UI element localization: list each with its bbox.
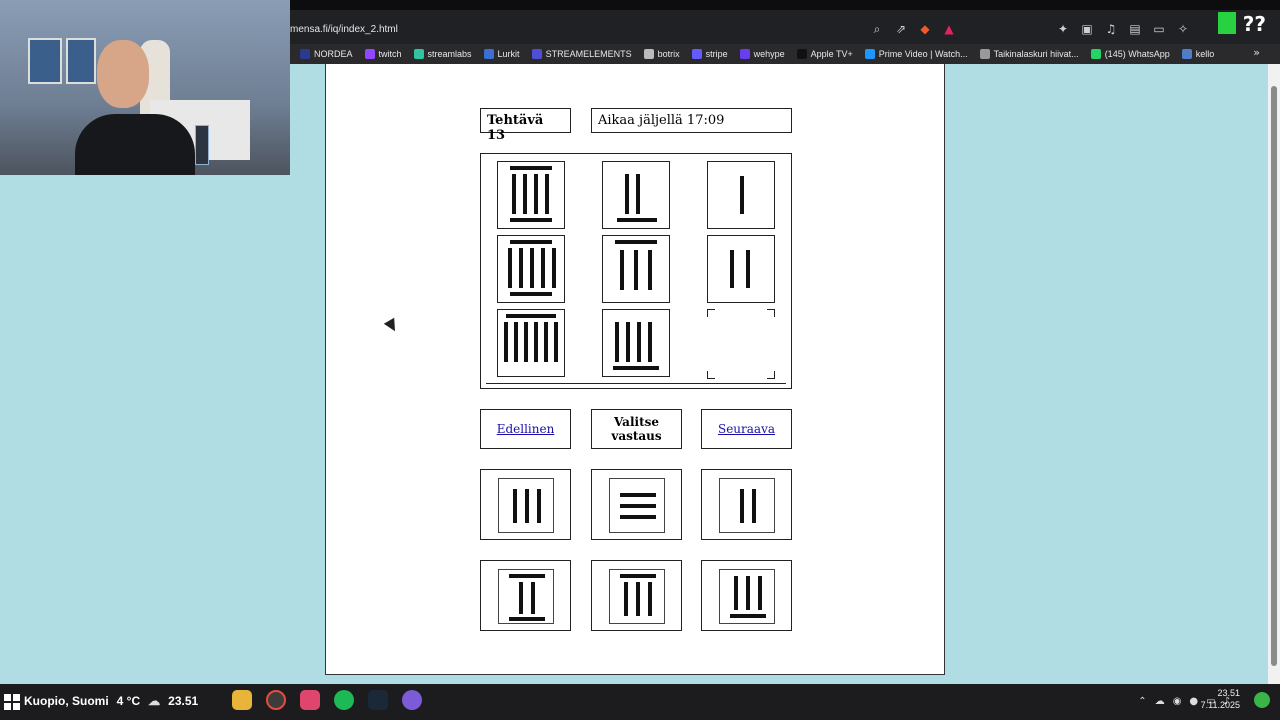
matrix-cell xyxy=(602,161,670,229)
matrix-cell xyxy=(707,161,775,229)
painting xyxy=(28,38,62,84)
media-icon[interactable]: ♫ xyxy=(1104,22,1118,36)
steam-icon[interactable] xyxy=(368,690,388,710)
answer-slot xyxy=(707,309,775,379)
browser-extensions: ✦ ▣ ♫ ▤ ▭ ✧ xyxy=(1056,22,1190,38)
next-button[interactable]: Seuraava xyxy=(701,409,792,449)
answer-option-1[interactable] xyxy=(480,469,571,540)
bookmark-item[interactable]: STREAMELEMENTS xyxy=(531,49,632,59)
clock-date: 7.11.2025 xyxy=(1200,700,1240,710)
bookmarks-overflow-button[interactable]: » xyxy=(1253,46,1260,59)
zoom-icon[interactable]: ⌕ xyxy=(870,22,884,36)
scrollbar-thumb[interactable] xyxy=(1271,86,1277,666)
answer-option-3[interactable] xyxy=(701,469,792,540)
bookmark-item[interactable]: wehype xyxy=(739,49,785,59)
kick-logo xyxy=(1218,12,1236,34)
brave-shield-icon[interactable]: ◆ xyxy=(918,22,932,36)
bookmark-item[interactable]: NORDEA xyxy=(300,49,353,59)
obs-icon[interactable] xyxy=(266,690,286,710)
matrix-cell xyxy=(497,161,565,229)
wallet-icon[interactable]: ▭ xyxy=(1152,22,1166,36)
share-icon[interactable]: ⇗ xyxy=(894,22,908,36)
discord-icon[interactable] xyxy=(402,690,422,710)
matrix-cell xyxy=(602,235,670,303)
weather-location: Kuopio, Suomi xyxy=(24,694,109,708)
webcam-overlay xyxy=(0,0,290,175)
previous-link[interactable]: Edellinen xyxy=(497,422,555,436)
bookmark-item[interactable]: (145) WhatsApp xyxy=(1090,49,1170,59)
cloud-icon: ☁ xyxy=(148,694,161,708)
bookmark-item[interactable]: Prime Video | Watch... xyxy=(864,49,968,59)
windows-start-icon[interactable] xyxy=(4,694,20,710)
matrix-cell xyxy=(602,309,670,377)
brave-rewards-icon[interactable]: ▲ xyxy=(942,22,956,36)
sidebar-icon[interactable]: ▤ xyxy=(1128,22,1142,36)
bookmark-item[interactable]: twitch xyxy=(364,49,402,59)
clock-time: 23.51 xyxy=(1217,688,1240,698)
answer-option-6[interactable] xyxy=(701,560,792,631)
microphone xyxy=(195,125,209,165)
bookmark-item[interactable]: streamlabs xyxy=(413,49,472,59)
chevron-up-icon[interactable]: ⌃ xyxy=(1138,696,1146,707)
notification-icon[interactable] xyxy=(1254,692,1270,708)
extensions-icon[interactable]: ✦ xyxy=(1056,22,1070,36)
pinned-apps xyxy=(232,690,422,710)
weather-widget[interactable]: Kuopio, Suomi 4 °C ☁ 23.51 xyxy=(24,694,198,708)
streamer xyxy=(75,40,195,175)
choose-answer-label: Valitse vastaus xyxy=(591,409,682,449)
time-remaining: Aikaa jäljellä 17:09 xyxy=(591,108,792,133)
bookmark-item[interactable]: kello xyxy=(1181,49,1214,59)
previous-button[interactable]: Edellinen xyxy=(480,409,571,449)
address-actions: ⌕ ⇗ ◆ ▲ xyxy=(870,22,956,38)
bookmark-item[interactable]: Taikinalaskuri hiivat... xyxy=(979,49,1079,59)
bookmark-item[interactable]: stripe xyxy=(691,49,728,59)
screen: mensa.fi/iq/index_2.html ⌕ ⇗ ◆ ▲ ✦ ▣ ♫ ▤… xyxy=(0,0,1280,720)
bookmark-item[interactable]: Lurkit xyxy=(483,49,520,59)
bookmark-item[interactable]: Apple TV+ xyxy=(796,49,853,59)
shield-icon[interactable]: ◉ xyxy=(1173,696,1182,707)
task-number: Tehtävä 13 xyxy=(480,108,571,143)
quiz-page: Tehtävä 13 Aikaa jäljellä 17:09 Edelline… xyxy=(325,64,945,675)
taskbar: Kuopio, Suomi 4 °C ☁ 23.51 ⌃ ☁ ◉ ● ▭ ♪ 2… xyxy=(0,684,1280,720)
leo-icon[interactable]: ✧ xyxy=(1176,22,1190,36)
taskbar-clock[interactable]: 23.51 7.11.2025 xyxy=(1201,687,1240,711)
answer-option-5[interactable] xyxy=(591,560,682,631)
answer-option-2[interactable] xyxy=(591,469,682,540)
spotify-icon[interactable] xyxy=(334,690,354,710)
file-explorer-icon[interactable] xyxy=(232,690,252,710)
page-scrollbar[interactable] xyxy=(1268,64,1280,684)
puzzle-matrix xyxy=(480,153,792,389)
weather-temp: 4 °C xyxy=(116,694,141,708)
weather-time: 23.51 xyxy=(168,694,199,708)
address-bar[interactable]: mensa.fi/iq/index_2.html xyxy=(290,24,398,35)
matrix-cell xyxy=(497,309,565,377)
brave-icon[interactable] xyxy=(300,690,320,710)
next-link[interactable]: Seuraava xyxy=(718,422,775,436)
matrix-cell xyxy=(497,235,565,303)
answer-option-4[interactable] xyxy=(480,560,571,631)
mic-icon[interactable]: ● xyxy=(1189,696,1198,707)
bookmark-item[interactable]: botrix xyxy=(643,49,680,59)
overlay-badge: ?? xyxy=(1242,12,1266,36)
screenshot-icon[interactable]: ▣ xyxy=(1080,22,1094,36)
matrix-cell xyxy=(707,235,775,303)
onedrive-icon[interactable]: ☁ xyxy=(1155,696,1165,707)
